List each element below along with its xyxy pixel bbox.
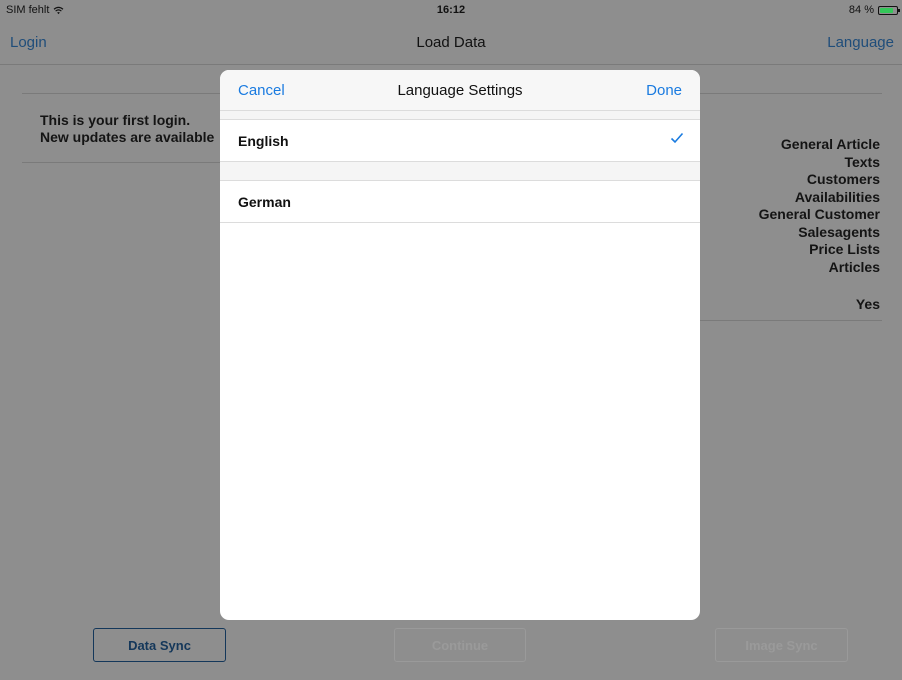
continue-button[interactable]: Continue (394, 628, 526, 662)
notice-line-1: This is your first login. (40, 112, 191, 128)
data-sync-button[interactable]: Data Sync (93, 628, 226, 662)
update-item: Price Lists (809, 241, 880, 257)
navigation-bar: Login Load Data Language (0, 20, 902, 65)
image-sync-button[interactable]: Image Sync (715, 628, 848, 662)
divider (22, 162, 222, 163)
yes-value: Yes (855, 296, 880, 312)
modal-header: Cancel Language Settings Done (220, 70, 700, 111)
status-bar: SIM fehlt 16:12 84 % (0, 0, 902, 20)
divider (700, 320, 882, 321)
language-settings-modal: Cancel Language Settings Done English Ge… (220, 70, 700, 620)
update-item: Texts (844, 153, 880, 170)
language-option-german[interactable]: German (220, 180, 700, 223)
checkmark-icon (670, 131, 684, 148)
battery-icon (878, 5, 900, 15)
update-item: General Article (780, 136, 880, 152)
language-label: English (238, 133, 289, 149)
language-label: German (238, 194, 291, 210)
update-list: General Article Texts Customers Availabi… (759, 136, 880, 276)
battery-level (880, 7, 894, 13)
update-item: Customers (806, 171, 880, 187)
language-button[interactable]: Language (827, 34, 894, 51)
section-spacer (220, 162, 700, 180)
update-item: Salesagents (798, 223, 880, 240)
battery-percent: 84 % (848, 4, 874, 16)
update-item: Articles (828, 258, 880, 275)
done-button[interactable]: Done (646, 82, 682, 99)
first-login-notice: This is your first login. New updates ar… (40, 112, 214, 146)
section-spacer (220, 111, 700, 119)
page-title: Load Data (416, 34, 486, 51)
notice-line-2: New updates are available (40, 129, 215, 145)
update-item: Availabilities (794, 188, 880, 205)
clock: 16:12 (436, 4, 466, 16)
battery-status: 84 % (848, 4, 900, 16)
language-option-english[interactable]: English (220, 119, 700, 162)
modal-title: Language Settings (397, 82, 523, 99)
update-item: General Customer (758, 206, 880, 222)
